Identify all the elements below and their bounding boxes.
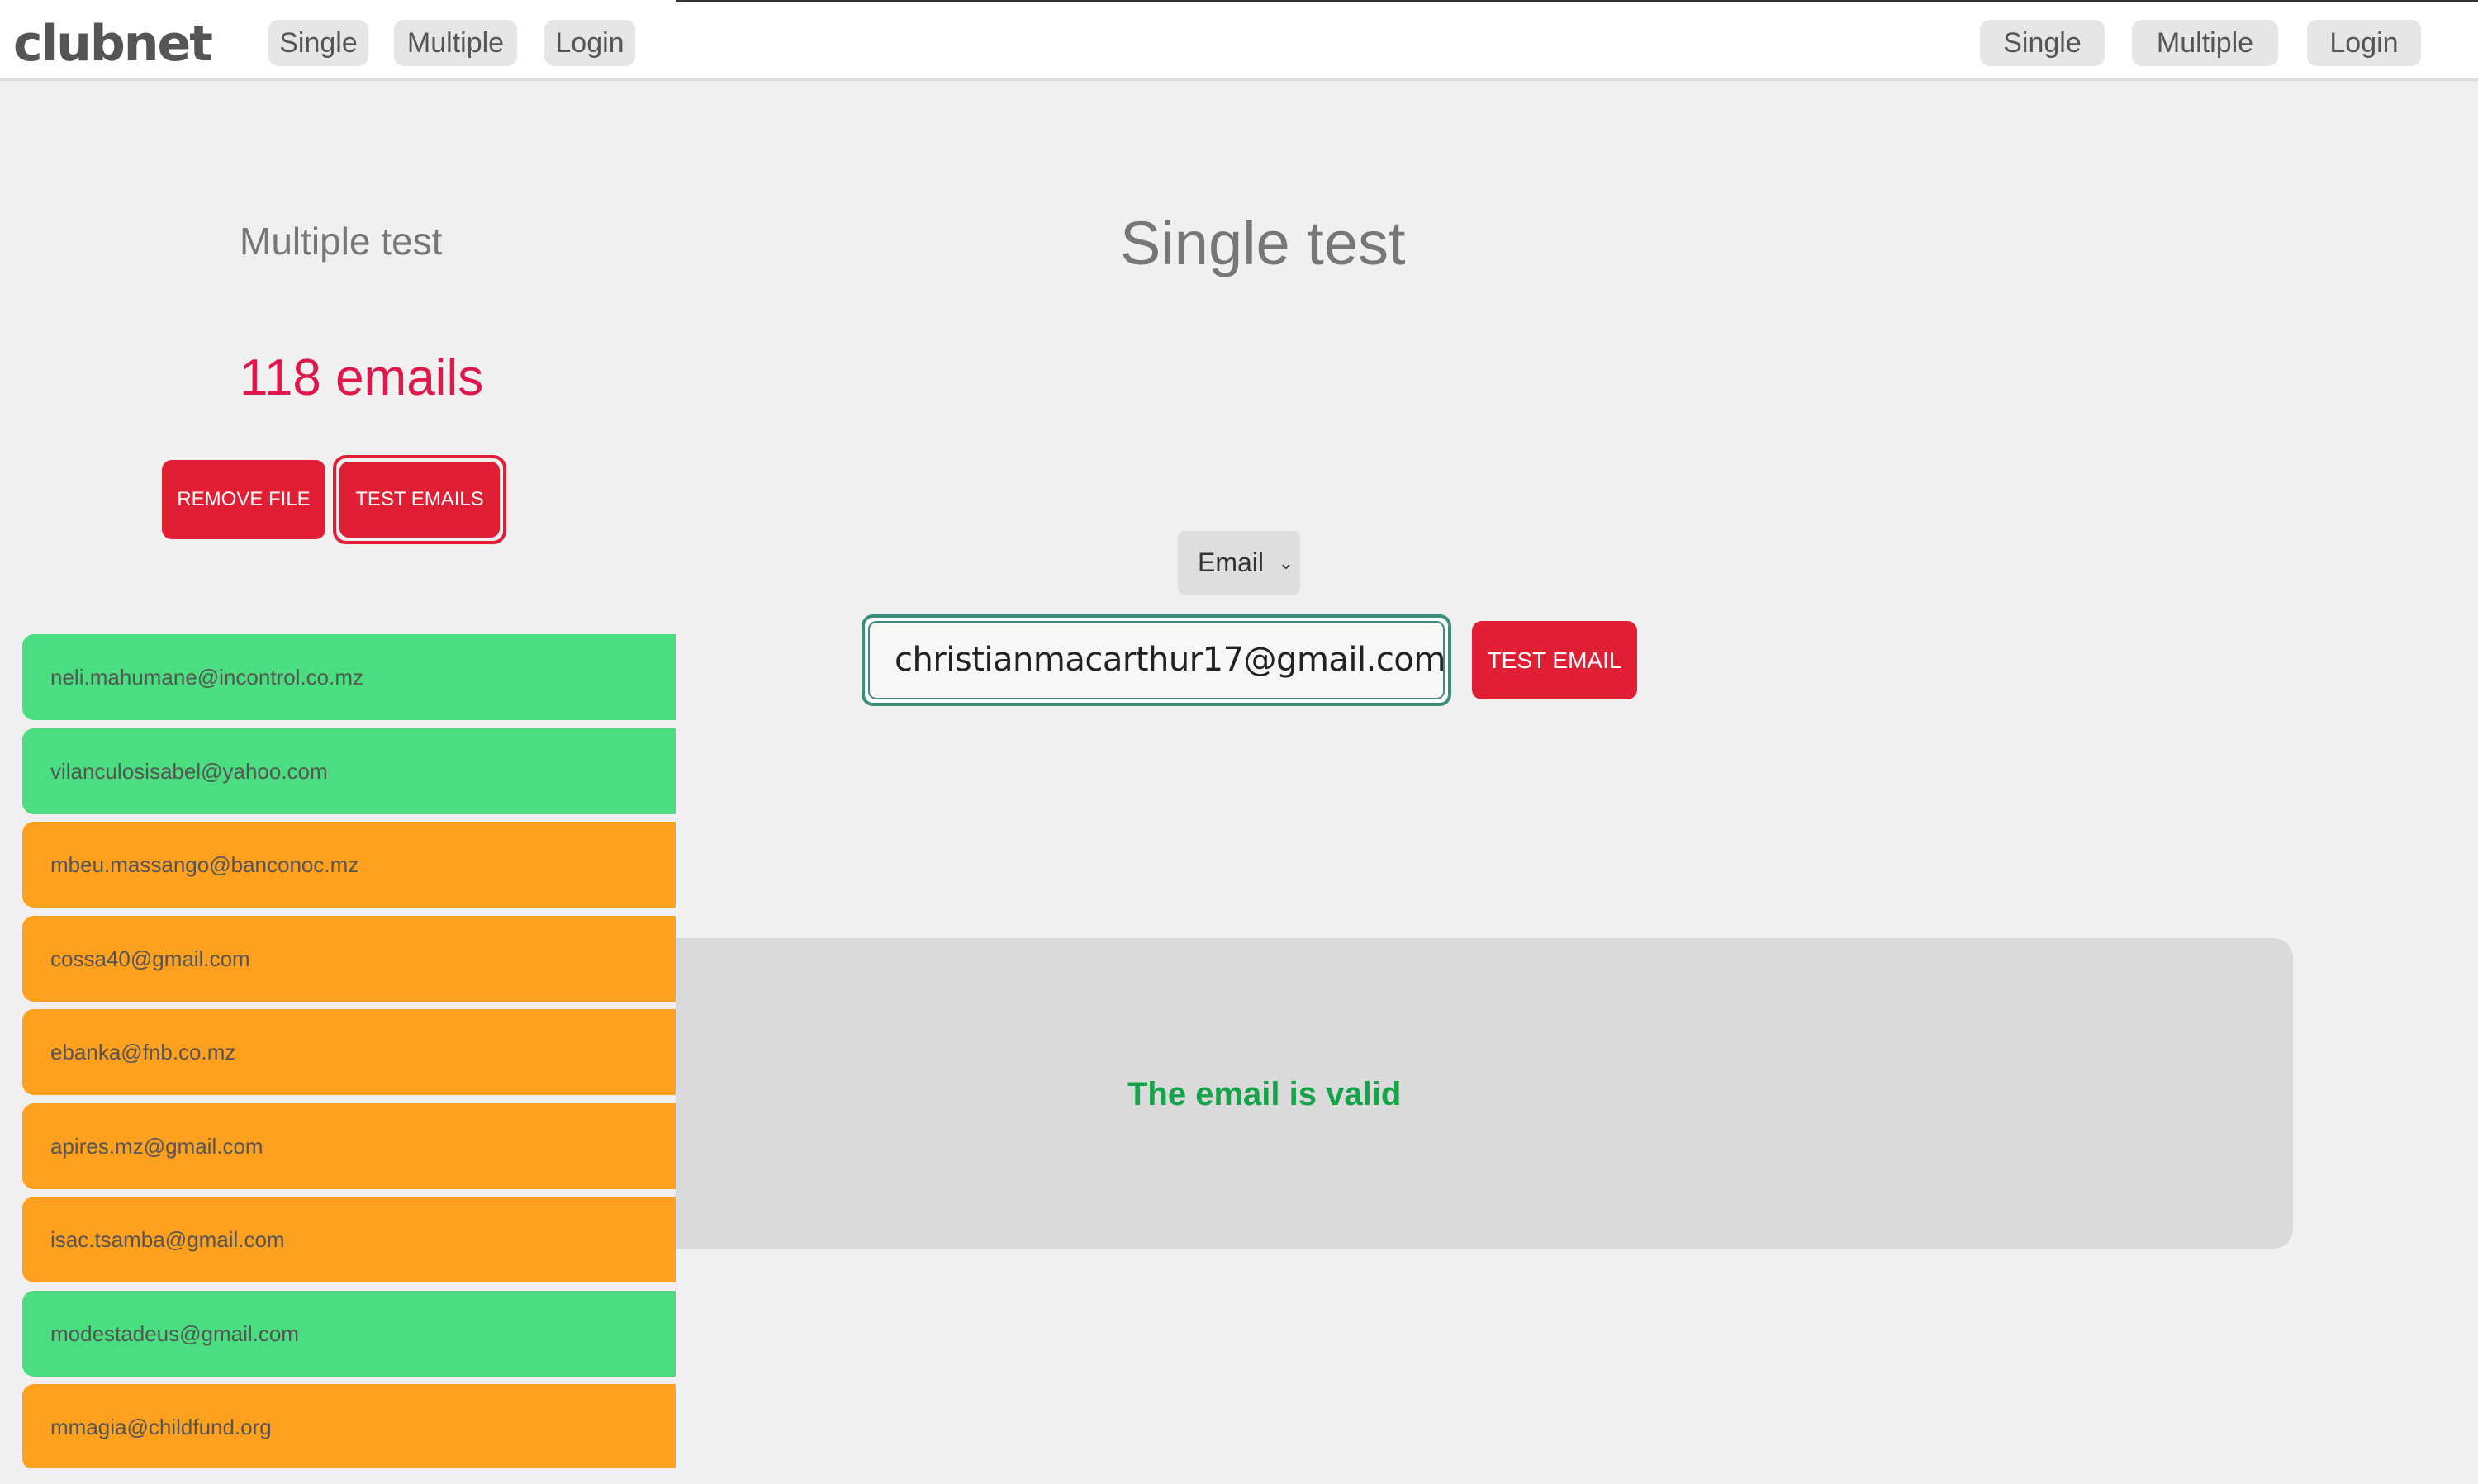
single-test-title: Single test bbox=[1120, 209, 1406, 277]
clubnet-logo[interactable]: clubnet bbox=[13, 17, 213, 71]
email-list-item[interactable]: mmagia@childfund.org bbox=[22, 1384, 676, 1468]
nav-login-button-right[interactable]: Login bbox=[2307, 20, 2421, 66]
nav-multiple-button[interactable]: Multiple bbox=[394, 20, 517, 66]
email-list-item[interactable]: modestadeus@gmail.com bbox=[22, 1290, 676, 1377]
multiple-test-title: Multiple test bbox=[240, 220, 443, 263]
header-divider bbox=[676, 0, 2478, 2]
test-email-button[interactable]: TEST EMAIL bbox=[1472, 621, 1637, 699]
test-emails-button[interactable]: TEST EMAILS bbox=[333, 455, 506, 544]
test-type-select[interactable]: Email ⌄ bbox=[1178, 531, 1300, 595]
test-emails-label: TEST EMAILS bbox=[339, 462, 500, 538]
chevron-down-icon: ⌄ bbox=[1278, 552, 1294, 573]
email-list-item[interactable]: cossa40@gmail.com bbox=[22, 915, 676, 1002]
email-input[interactable]: christianmacarthur17@gmail.com bbox=[862, 614, 1451, 706]
email-list-item[interactable]: ebanka@fnb.co.mz bbox=[22, 1009, 676, 1095]
remove-file-button[interactable]: REMOVE FILE bbox=[162, 460, 325, 539]
email-list-item[interactable]: mbeu.massango@banconoc.mz bbox=[22, 822, 676, 908]
email-list-item[interactable]: isac.tsamba@gmail.com bbox=[22, 1197, 676, 1282]
email-list-item[interactable]: neli.mahumane@incontrol.co.mz bbox=[22, 634, 676, 720]
nav-single-button-right[interactable]: Single bbox=[1980, 20, 2105, 66]
email-results-list[interactable]: neli.mahumane@incontrol.co.mz vilanculosi… bbox=[22, 634, 676, 1468]
email-list-item[interactable]: vilanculosisabel@yahoo.com bbox=[22, 728, 676, 814]
email-list-item[interactable]: apires.mz@gmail.com bbox=[22, 1102, 676, 1189]
select-value: Email bbox=[1198, 548, 1265, 577]
result-panel bbox=[676, 938, 2293, 1249]
nav-login-button[interactable]: Login bbox=[544, 20, 635, 66]
top-nav-bar: clubnet Single Multiple Login Single Mul… bbox=[0, 0, 2478, 81]
nav-single-button[interactable]: Single bbox=[268, 20, 368, 66]
result-message: The email is valid bbox=[1127, 1076, 1402, 1112]
nav-multiple-button-right[interactable]: Multiple bbox=[2132, 20, 2278, 66]
email-input-value[interactable]: christianmacarthur17@gmail.com bbox=[868, 621, 1446, 699]
email-count: 118 emails bbox=[240, 349, 484, 406]
